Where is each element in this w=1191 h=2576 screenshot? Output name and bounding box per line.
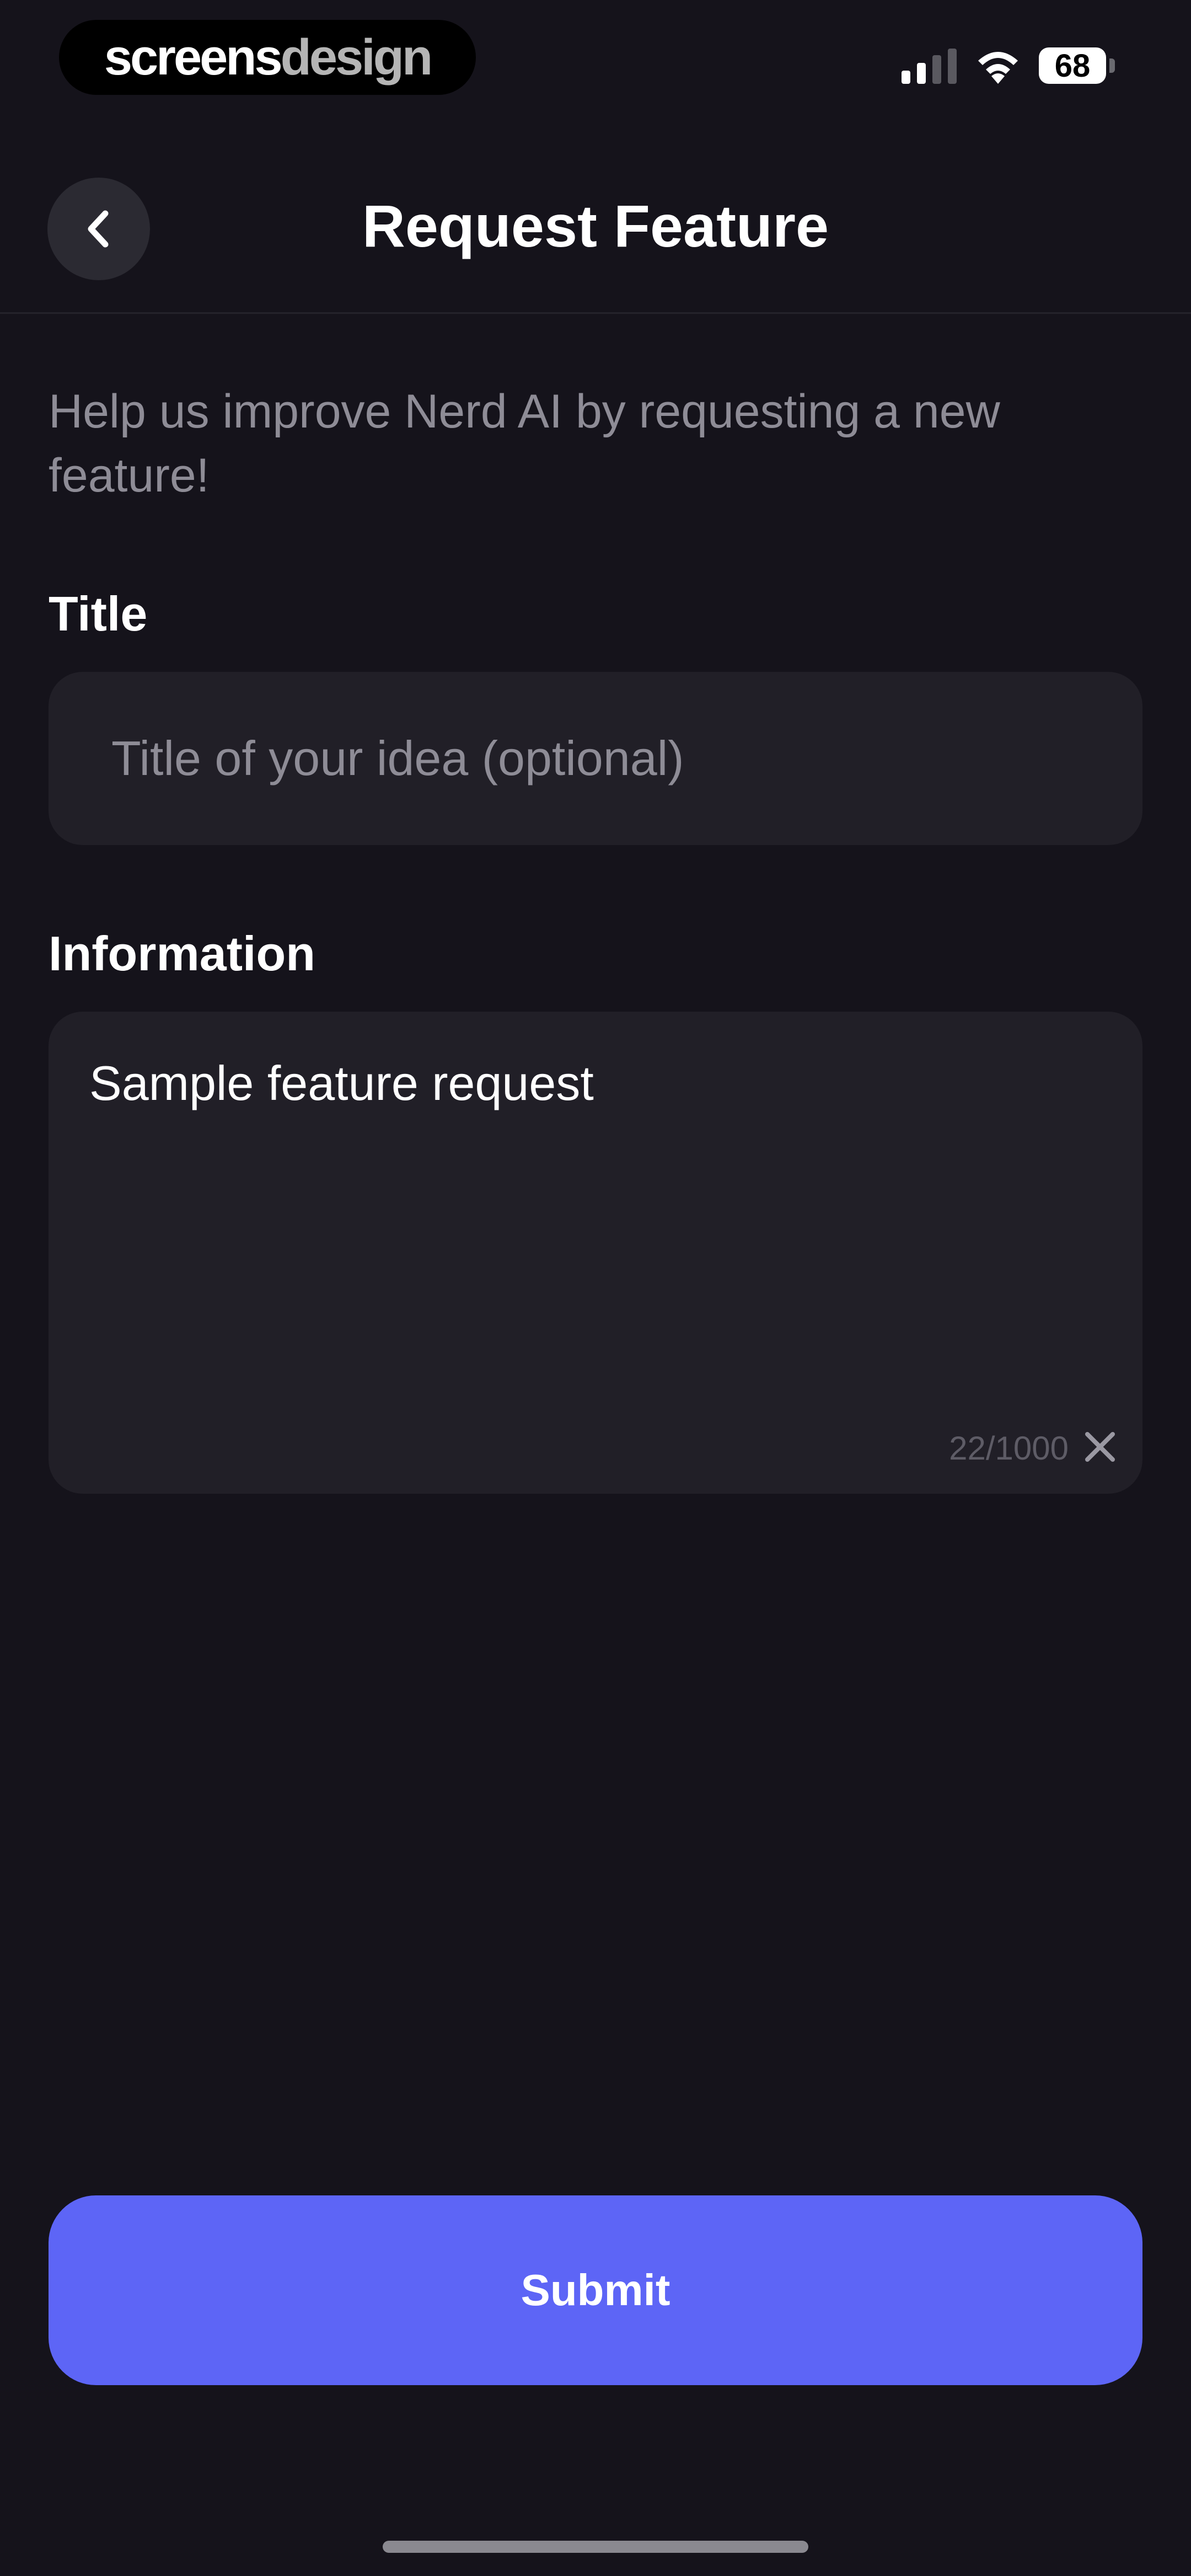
brand-logo: screens design <box>59 20 476 95</box>
title-label: Title <box>49 586 148 641</box>
information-label: Information <box>49 926 315 981</box>
title-field[interactable]: Title of your idea (optional) <box>49 672 1142 845</box>
brand-part-1: screens <box>104 29 283 85</box>
information-field[interactable]: Sample feature request 22/1000 <box>49 1012 1142 1494</box>
brand-part-2: design <box>280 29 433 85</box>
wifi-icon <box>978 52 1018 84</box>
intro-text: Help us improve Nerd AI by requesting a … <box>49 385 1000 502</box>
character-counter: 22/1000 <box>949 1430 1069 1467</box>
battery-icon: 68 <box>1039 47 1106 84</box>
information-input-text[interactable]: Sample feature request <box>89 1050 594 1116</box>
signal-icon <box>902 49 957 84</box>
battery-cap <box>1109 58 1115 73</box>
page-title: Request Feature <box>362 193 829 259</box>
header-divider <box>0 312 1191 314</box>
close-icon[interactable] <box>1082 1429 1118 1465</box>
submit-button[interactable]: Submit <box>49 2195 1142 2385</box>
status-bar: screens design 68 <box>0 0 1191 121</box>
title-input-placeholder[interactable]: Title of your idea (optional) <box>111 672 1104 845</box>
home-indicator[interactable] <box>383 2541 808 2553</box>
